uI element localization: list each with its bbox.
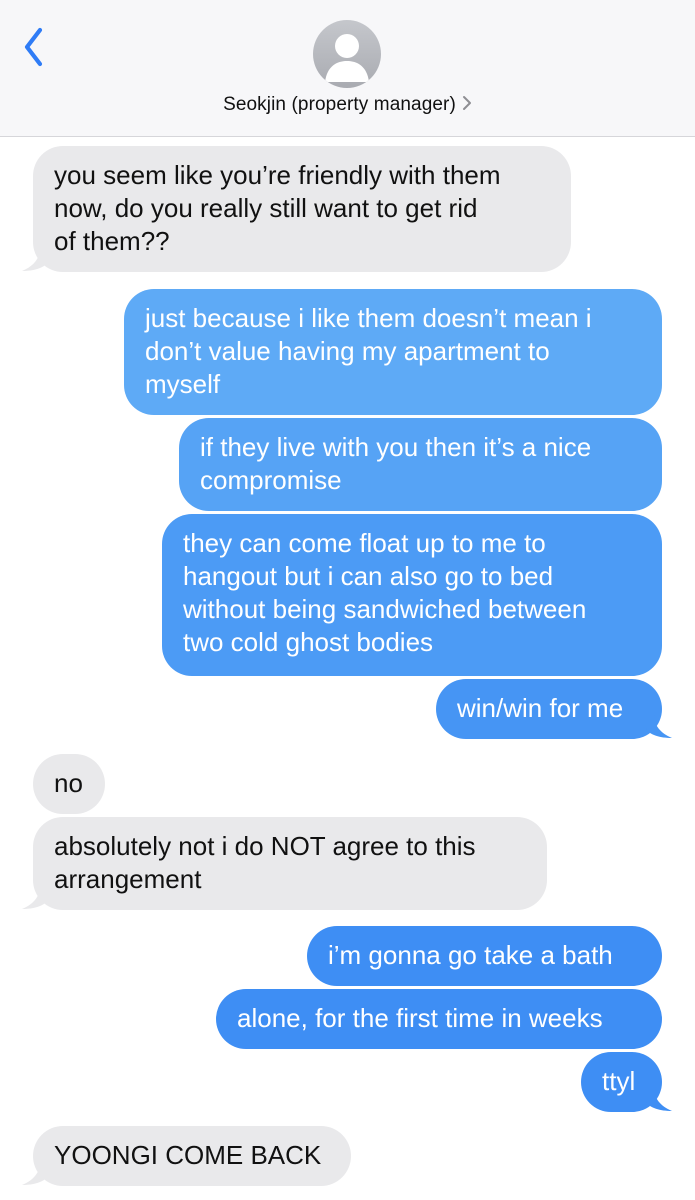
incoming-message[interactable]: you seem like you’re friendly with them … (33, 146, 571, 272)
outgoing-message[interactable]: just because i like them doesn’t mean i … (124, 289, 662, 415)
message-thread: you seem like you’re friendly with them … (0, 137, 695, 1200)
incoming-message[interactable]: absolutely not i do NOT agree to this ar… (33, 817, 547, 910)
contact-name: Seokjin (property manager) (223, 94, 456, 115)
chevron-right-icon (462, 95, 472, 116)
chevron-left-icon (24, 27, 43, 67)
outgoing-message[interactable]: if they live with you then it’s a nice c… (179, 418, 662, 511)
contact-name-button[interactable]: Seokjin (property manager) (0, 94, 695, 116)
outgoing-message[interactable]: alone, for the first time in weeks (216, 989, 662, 1049)
incoming-bubble-tail (22, 1162, 48, 1185)
outgoing-message[interactable]: they can come float up to me to hangout … (162, 514, 662, 676)
incoming-message[interactable]: no (33, 754, 105, 814)
incoming-bubble-tail (22, 886, 48, 909)
outgoing-bubble-tail (646, 715, 672, 738)
person-icon (325, 34, 369, 82)
conversation-header: Seokjin (property manager) (0, 0, 695, 137)
incoming-bubble-tail (22, 248, 48, 271)
back-button[interactable] (18, 22, 62, 72)
contact-avatar[interactable] (313, 20, 381, 88)
outgoing-message[interactable]: i’m gonna go take a bath (307, 926, 662, 986)
incoming-message[interactable]: YOONGI COME BACK (33, 1126, 351, 1186)
outgoing-bubble-tail (646, 1088, 672, 1111)
outgoing-message[interactable]: win/win for me (436, 679, 662, 739)
